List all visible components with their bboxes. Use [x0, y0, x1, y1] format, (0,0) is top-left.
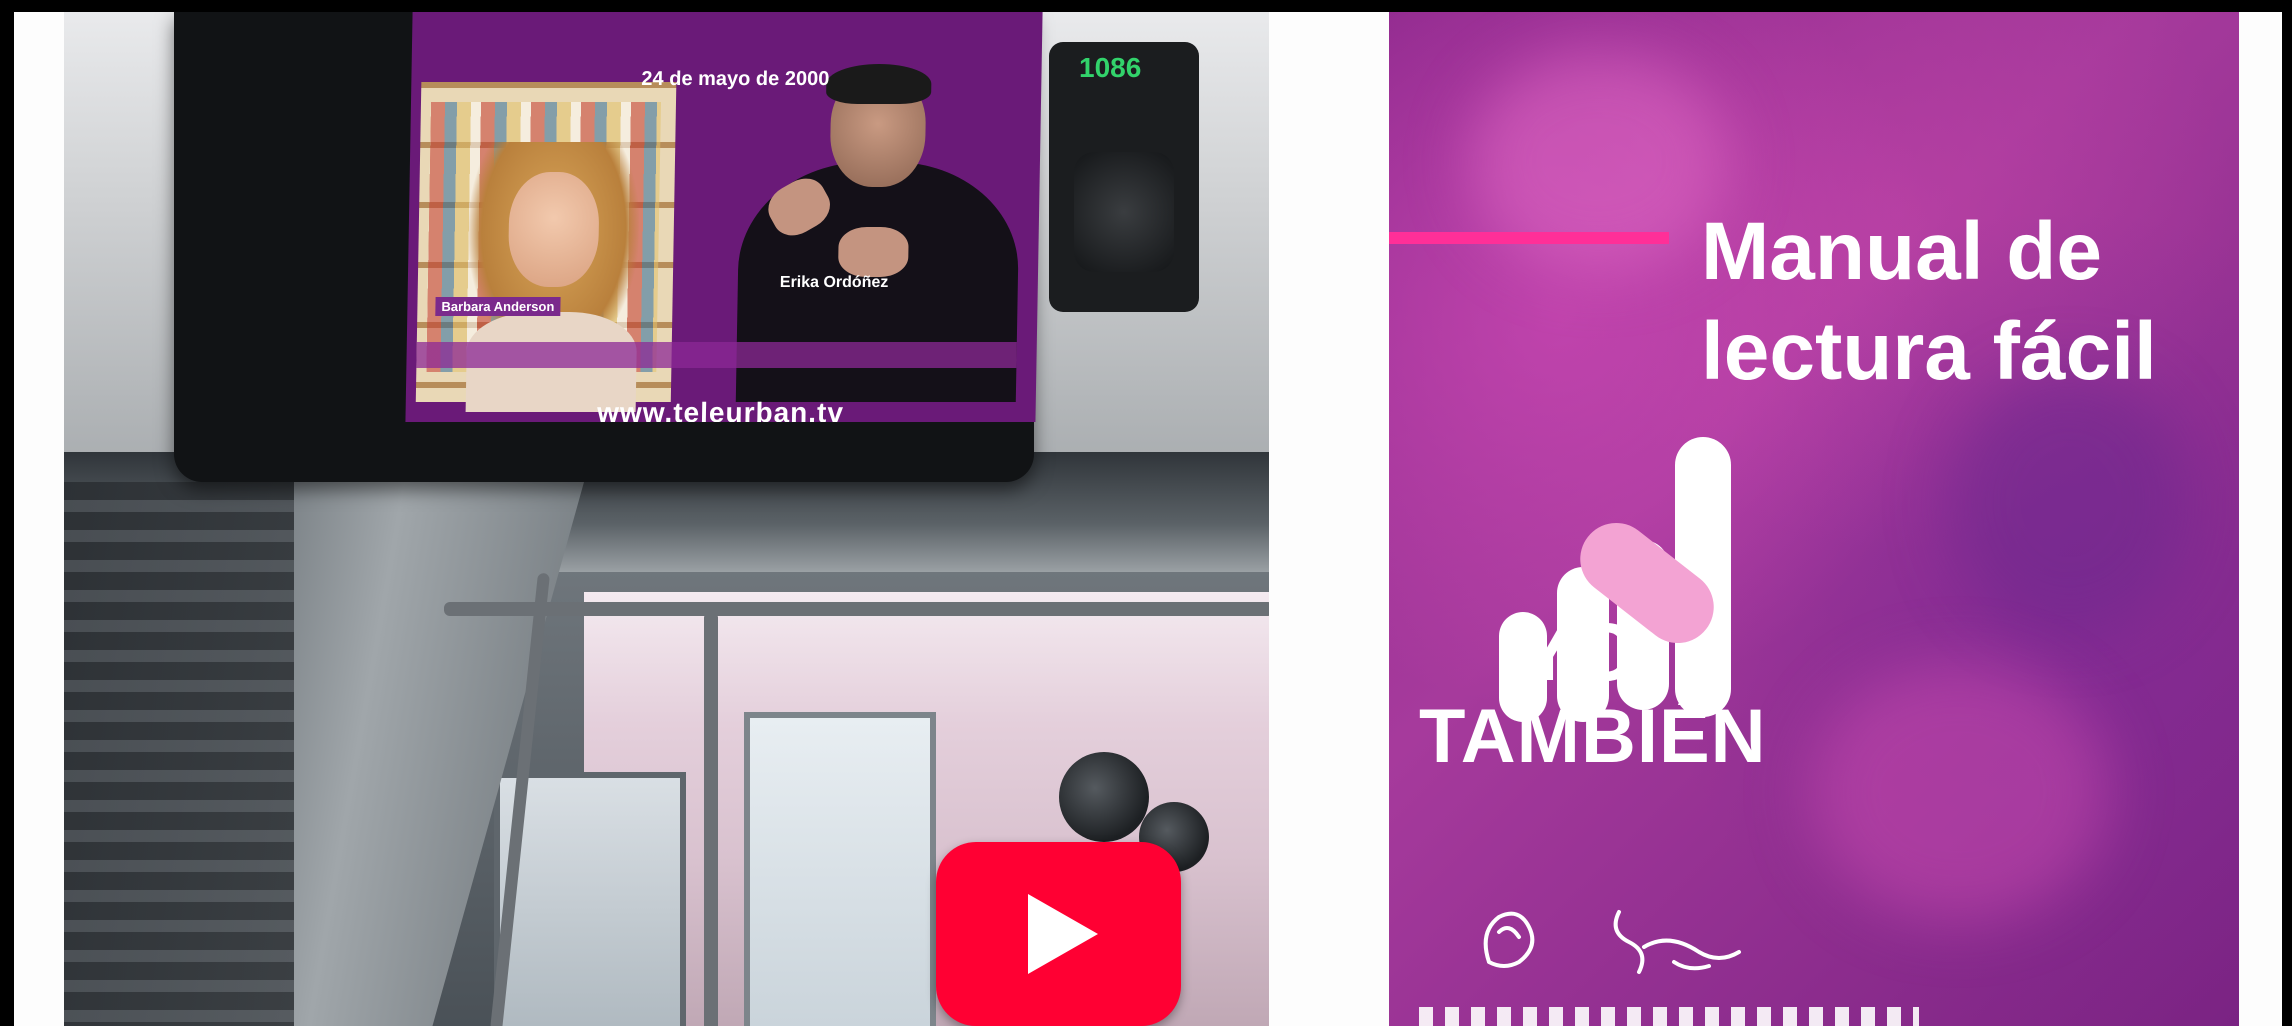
poster-title-line1: Manual de [1701, 206, 2102, 297]
youtube-play-icon [1028, 894, 1098, 974]
bus-rail [444, 602, 1269, 616]
screen-url: www.teleurban.tv [596, 397, 845, 422]
screen-left-name: Barbara Anderson [435, 297, 561, 316]
manual-lectura-facil-cover[interactable]: Manual de lectura fácil YO TAMBIÉN [1389, 12, 2239, 1026]
screen-right-name: Erika Ordóñez [779, 274, 889, 291]
screen-date: 24 de mayo de 2000 [641, 68, 830, 90]
screen-caption-bar [416, 342, 1017, 368]
onboard-tv-monitor: 24 de mayo de 2000 Barbara Anderson Erik… [174, 12, 1043, 482]
bus-side-ribs [64, 482, 294, 1026]
background-blob [1949, 372, 2189, 632]
ticket-validator: 1086 [1049, 42, 1199, 312]
bus-hand-strap [1059, 752, 1149, 842]
poster-bottom-text [1419, 1007, 1919, 1026]
image-frame: 24 de mayo de 2000 Barbara Anderson Erik… [14, 12, 2282, 1026]
presenter-face [507, 172, 600, 287]
poster-title: Manual de lectura fácil [1701, 202, 2157, 402]
sign-language-icon [1483, 910, 1741, 974]
bus-window [744, 712, 936, 1026]
youtube-play-button[interactable] [936, 842, 1181, 1026]
logo-yo-text: YO [1519, 607, 1639, 698]
validator-speaker [1074, 152, 1174, 272]
validator-counter: 1086 [1079, 52, 1142, 83]
tv-screen: 24 de mayo de 2000 Barbara Anderson Erik… [405, 12, 1043, 422]
bus-pole [704, 612, 718, 1026]
interpreter-hair [825, 64, 932, 104]
poster-title-line2: lectura fácil [1701, 306, 2157, 397]
logo-tambien-text: TAMBIÉN [1419, 694, 1767, 779]
background-blob [1809, 662, 2109, 922]
accent-line [1389, 232, 1669, 244]
interpreter-hand [837, 227, 909, 277]
bus-video-thumbnail[interactable]: 24 de mayo de 2000 Barbara Anderson Erik… [64, 12, 1269, 1026]
